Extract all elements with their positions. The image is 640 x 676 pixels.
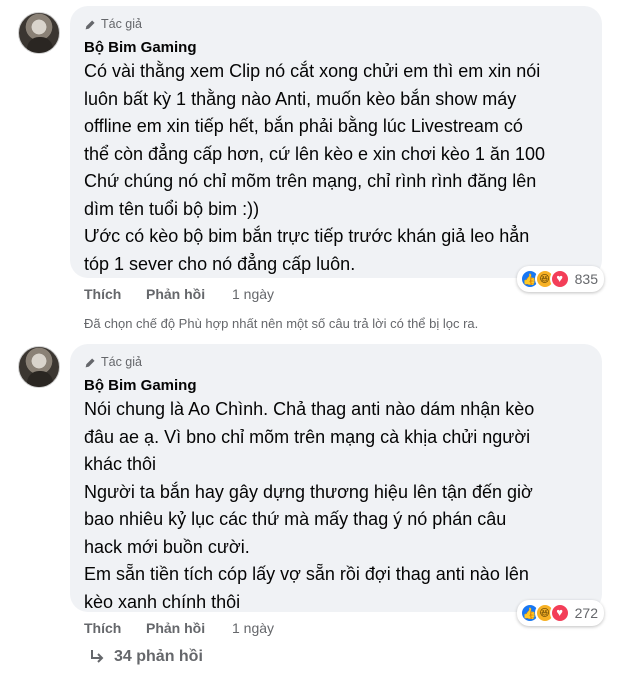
comment-actions: Thích Phản hồi 1 ngày <box>84 286 274 302</box>
comment-line: đâu ae ạ. Vì bno chỉ mõm trên mạng cà kh… <box>84 426 531 447</box>
author-badge-label: Tác giả <box>101 355 142 369</box>
comment-line: Chứ chúng nó chỉ mõm trên mạng, chỉ rình… <box>84 171 537 191</box>
reaction-count: 835 <box>574 271 598 287</box>
reply-button[interactable]: Phản hồi <box>146 286 232 302</box>
comment-bubble: Tác giả Bộ Bim Gaming Có vài thằng xem C… <box>70 6 604 292</box>
timestamp[interactable]: 1 ngày <box>232 620 274 636</box>
author-badge: Tác giả <box>84 16 588 32</box>
pencil-icon <box>85 19 95 29</box>
comment-line: offline em xin tiếp hết, bắn phải bằng l… <box>84 116 523 136</box>
comment-line: khác thôi <box>84 454 157 474</box>
pencil-icon <box>85 357 95 367</box>
timestamp[interactable]: 1 ngày <box>232 286 274 302</box>
comment-line: luôn bất kỳ 1 thằng nào Anti, muốn kèo b… <box>84 88 517 109</box>
view-replies-link[interactable]: 34 phản hồi <box>88 648 203 666</box>
like-button[interactable]: Thích <box>84 620 146 636</box>
comment-bubble: Tác giả Bộ Bim Gaming Nói chung là Ao Ch… <box>70 344 604 626</box>
avatar[interactable] <box>18 12 60 54</box>
author-name[interactable]: Bộ Bim Gaming <box>84 39 588 56</box>
comment-line: tóp 1 sever cho nó đẳng cấp luôn. <box>84 253 356 274</box>
comment-text: Có vài thằng xem Clip nó cắt xong chửi e… <box>84 58 588 278</box>
reaction-count: 272 <box>574 605 598 621</box>
comment-text: Nói chung là Ao Chình. Chả thag anti nào… <box>84 396 588 616</box>
comment-line: Người ta bắn hay gây dựng thương hiệu lê… <box>84 481 533 502</box>
comment-line: hack mới buồn cười. <box>84 536 250 557</box>
comment-line: Có vài thằng xem Clip nó cắt xong chửi e… <box>84 61 541 81</box>
comment-line: bao nhiêu kỷ lục các thứ mà mấy thag ý n… <box>84 509 507 529</box>
reaction-summary[interactable]: 👍 😆 ♥ 835 <box>516 266 604 292</box>
love-icon: ♥ <box>549 269 570 289</box>
reply-button[interactable]: Phản hồi <box>146 620 232 636</box>
filter-note: Đã chọn chế độ Phù hợp nhất nên một số c… <box>84 316 479 331</box>
comment-line: Em sẵn tiền tích cóp lấy vợ sẵn rồi đợi … <box>84 564 529 584</box>
comment-line: dìm tên tuổi bộ bim :)) <box>84 198 260 219</box>
comment-actions: Thích Phản hồi 1 ngày <box>84 620 274 636</box>
avatar[interactable] <box>18 346 60 388</box>
reply-arrow-icon <box>91 650 104 663</box>
view-replies-label: 34 phản hồi <box>114 648 203 665</box>
reaction-summary[interactable]: 👍 😆 ♥ 272 <box>516 600 604 626</box>
comment-line: Nói chung là Ao Chình. Chả thag anti nào… <box>84 399 535 419</box>
comment-line: thể còn đẳng cấp hơn, cứ lên kèo e xin c… <box>84 143 545 164</box>
author-badge-label: Tác giả <box>101 17 142 31</box>
love-icon: ♥ <box>549 603 570 623</box>
comment-line: kèo xanh chính thôi <box>84 591 241 612</box>
comment-line: Ước có kèo bộ bim bắn trực tiếp trước kh… <box>84 226 530 246</box>
author-badge: Tác giả <box>84 354 588 370</box>
author-name[interactable]: Bộ Bim Gaming <box>84 377 588 394</box>
like-button[interactable]: Thích <box>84 286 146 302</box>
